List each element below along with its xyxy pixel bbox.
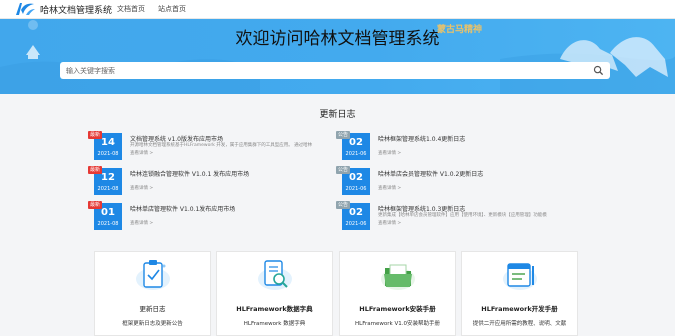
news-desc: 开源哈林文档管理系统基于HLFramework 开发，属于应用集群下的工具型应用…	[130, 143, 313, 148]
search-input[interactable]	[66, 65, 586, 76]
card-data-dictionary[interactable]: HLFramework数据字典 HLFramework 数据字典	[216, 251, 333, 336]
news-title[interactable]: 哈林框架管理系统1.0.4更新日志	[378, 134, 465, 143]
calendar-pen-icon	[503, 263, 537, 290]
card-changelog[interactable]: 更新日志 框架更新日志及更新公告	[94, 251, 211, 336]
notice-badge: 公告	[336, 166, 351, 174]
news-title[interactable]: 哈林连锁融合管理软件 V1.0.1 发布应用市场	[130, 169, 249, 178]
brand-name[interactable]: 哈林文档管理系统	[40, 3, 112, 16]
notice-badge: 公告	[336, 131, 351, 139]
view-details-link[interactable]: 查看详情 >	[130, 185, 153, 191]
card-dev-manual[interactable]: HLFramework开发手册 提供二开应用所需的教程、说明、文献	[461, 251, 578, 336]
news-item[interactable]: 02 2021-06 公告 哈林框架管理系统1.0.4更新日志 查看详情 >	[336, 131, 566, 160]
search-bar	[60, 62, 610, 79]
nav-docs-home[interactable]: 文档首页	[117, 4, 145, 14]
news-item[interactable]: 12 2021-08 最新 哈林连锁融合管理软件 V1.0.1 发布应用市场 查…	[88, 166, 318, 195]
new-badge: 最新	[88, 131, 103, 139]
clipboard-check-icon	[136, 260, 170, 290]
hero-title: 欢迎访问哈林文档管理系统	[235, 29, 440, 49]
hero-tagline: 蒙古马精神	[437, 25, 483, 35]
news-title[interactable]: 哈林单店管理软件 V1.0.1发布应用市场	[130, 204, 235, 213]
top-navbar: 哈林文档管理系统 文档首页 站点首页	[0, 0, 675, 19]
nav-site-home[interactable]: 站点首页	[158, 4, 186, 14]
date-month: 2021-06	[345, 151, 367, 157]
card-title[interactable]: 更新日志	[95, 303, 210, 313]
date-month: 2021-08	[97, 221, 119, 227]
search-icon[interactable]	[593, 65, 604, 76]
date-month: 2021-08	[97, 186, 119, 192]
notice-badge: 公告	[336, 201, 351, 209]
date-month: 2021-06	[345, 221, 367, 227]
news-item[interactable]: 14 2021-08 最新 文档管理系统 v1.0版发布应用市场 开源哈林文档管…	[88, 131, 318, 160]
card-title[interactable]: HLFramework开发手册	[462, 303, 577, 313]
date-month: 2021-08	[97, 151, 119, 157]
view-details-link[interactable]: 查看详情 >	[378, 150, 401, 156]
news-title[interactable]: 哈林单店会员管理软件 V1.0.2更新日志	[378, 169, 483, 178]
view-details-link[interactable]: 查看详情 >	[378, 220, 401, 226]
view-details-link[interactable]: 查看详情 >	[130, 150, 153, 156]
news-desc: 更新集成【哈林单店会员管理软件】应用【使用环境】、更新模块【应用管理】功能模	[378, 213, 547, 218]
document-search-icon	[258, 260, 292, 290]
folder-icon	[381, 264, 415, 290]
card-install-manual[interactable]: HLFramework安装手册 HLFramework V1.0安装帮助手册	[339, 251, 456, 336]
card-desc: 框架更新日志及更新公告	[122, 321, 183, 327]
news-item[interactable]: 01 2021-08 最新 哈林单店管理软件 V1.0.1发布应用市场 查看详情…	[88, 201, 318, 230]
new-badge: 最新	[88, 166, 103, 174]
date-month: 2021-06	[345, 186, 367, 192]
card-title[interactable]: HLFramework安装手册	[340, 303, 455, 313]
news-item[interactable]: 02 2021-06 公告 哈林框架管理系统1.0.3更新日志 更新集成【哈林单…	[336, 201, 566, 230]
section-title: 更新日志	[319, 110, 356, 120]
card-desc: 提供二开应用所需的教程、说明、文献	[472, 321, 567, 327]
hero-banner: 欢迎访问哈林文档管理系统 蒙古马精神	[0, 19, 675, 94]
card-desc: HLFramework V1.0安装帮助手册	[355, 321, 440, 327]
view-details-link[interactable]: 查看详情 >	[130, 220, 153, 226]
card-desc: HLFramework 数据字典	[243, 321, 306, 327]
card-title[interactable]: HLFramework数据字典	[217, 303, 332, 313]
view-details-link[interactable]: 查看详情 >	[378, 185, 401, 191]
logo-icon[interactable]	[14, 2, 36, 16]
news-item[interactable]: 02 2021-06 公告 哈林单店会员管理软件 V1.0.2更新日志 查看详情…	[336, 166, 566, 195]
new-badge: 最新	[88, 201, 103, 209]
